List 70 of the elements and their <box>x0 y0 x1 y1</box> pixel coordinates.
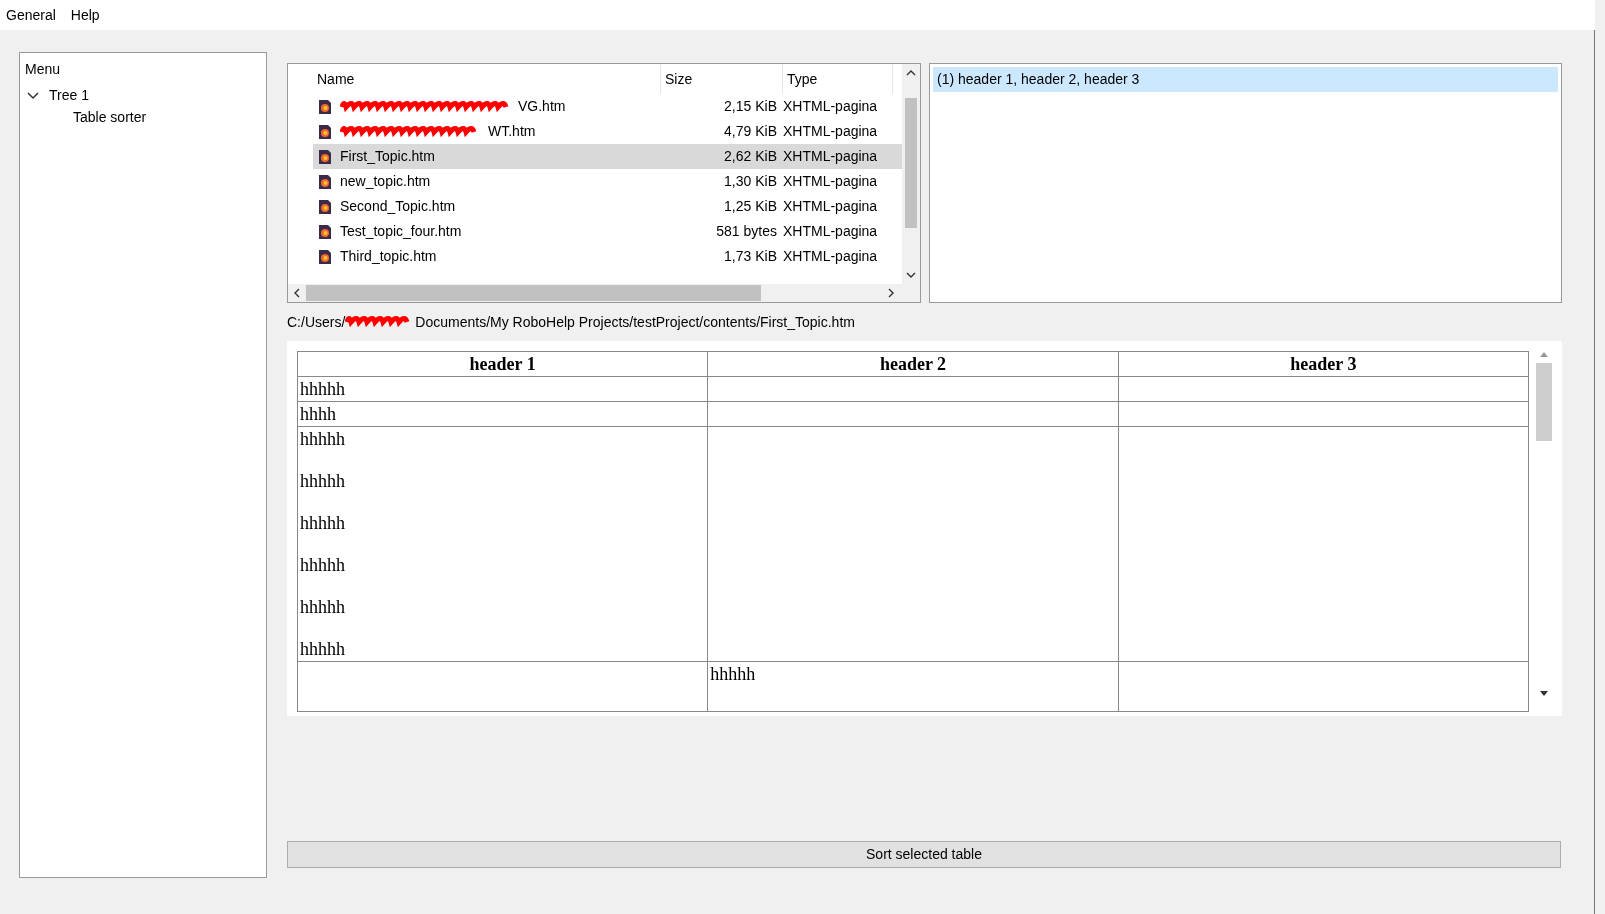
file-name: Test_topic_four.htm <box>340 222 462 241</box>
collapse-chevron-icon[interactable] <box>27 89 39 101</box>
web-file-icon <box>318 198 332 215</box>
file-size: 2,62 KiB <box>723 147 778 166</box>
panel-title: Menu <box>25 60 62 79</box>
table-cell-text: hhhhh <box>710 663 757 686</box>
file-row[interactable]: new_topic.htm 1,30 KiB XHTML-pagina <box>313 169 902 194</box>
file-row[interactable]: VG.htm 2,15 KiB XHTML-pagina <box>313 94 902 119</box>
column-header[interactable]: Name <box>288 64 661 94</box>
column-header[interactable]: Size <box>661 64 783 94</box>
file-name: First_Topic.htm <box>340 147 435 166</box>
table-cell-text: hhhhh <box>300 512 346 535</box>
file-name: Second_Topic.htm <box>340 197 456 216</box>
file-type: XHTML-pagina <box>783 172 879 191</box>
web-file-icon <box>318 173 332 190</box>
file-row[interactable]: WT.htm 4,79 KiB XHTML-pagina <box>313 119 902 144</box>
file-type: XHTML-pagina <box>783 197 879 216</box>
web-file-icon <box>318 123 332 140</box>
file-row[interactable]: First_Topic.htm 2,62 KiB XHTML-pagina <box>313 144 902 169</box>
file-type: XHTML-pagina <box>783 147 879 166</box>
scroll-right-icon[interactable] <box>886 288 896 298</box>
web-file-icon <box>318 98 332 115</box>
file-type: XHTML-pagina <box>783 97 879 116</box>
tree-item[interactable]: Table sorter <box>73 106 147 128</box>
scroll-down-icon[interactable] <box>906 270 916 280</box>
web-file-icon <box>318 248 332 265</box>
file-size: 4,79 KiB <box>723 122 778 141</box>
scroll-up-icon[interactable] <box>906 68 916 78</box>
table-header: header 1 <box>297 351 708 377</box>
file-type: XHTML-pagina <box>783 247 879 266</box>
scroll-down-icon[interactable] <box>1540 691 1548 697</box>
table-cell-text: hhhhh <box>300 428 346 451</box>
table-cell-text: hhhhh <box>300 638 346 661</box>
file-size: 2,15 KiB <box>723 97 778 116</box>
scroll-thumb[interactable] <box>905 98 917 228</box>
file-name: WT.htm <box>488 122 536 141</box>
table-cell-text: hhhh <box>300 403 337 426</box>
scroll-thumb[interactable] <box>1536 363 1552 441</box>
column-header[interactable]: Type <box>783 64 893 94</box>
file-row[interactable]: Second_Topic.htm 1,25 KiB XHTML-pagina <box>313 194 902 219</box>
file-name: new_topic.htm <box>340 172 431 191</box>
table-cell-text: hhhhh <box>300 554 346 577</box>
file-name: VG.htm <box>518 97 566 116</box>
file-type: XHTML-pagina <box>783 122 879 141</box>
table-cell-text: hhhhh <box>300 470 346 493</box>
file-name: Third_topic.htm <box>340 247 437 266</box>
table-header: header 2 <box>707 351 1119 377</box>
table-list-item[interactable]: (1) header 1, header 2, header 3 <box>933 67 1558 92</box>
table-header: header 3 <box>1118 351 1529 377</box>
file-size: 1,30 KiB <box>723 172 778 191</box>
menu-item[interactable]: General <box>0 4 65 26</box>
table-cell-text: hhhhh <box>300 596 346 619</box>
file-path: C:/Users/ <box>287 312 346 332</box>
table-cell-text: hhhhh <box>300 378 346 401</box>
web-file-icon <box>318 148 332 165</box>
file-row[interactable]: Third_topic.htm 1,73 KiB XHTML-pagina <box>313 244 902 269</box>
file-size: 1,25 KiB <box>723 197 778 216</box>
file-path: Documents/My RoboHelp Projects/testProject/contents/First_Topic.htm <box>415 312 855 332</box>
scroll-left-icon[interactable] <box>292 288 302 298</box>
menu-item[interactable]: Help <box>64 4 109 26</box>
vertical-scrollbar[interactable] <box>902 64 920 284</box>
web-file-icon <box>318 223 332 240</box>
file-size: 1,73 KiB <box>723 247 778 266</box>
file-type: XHTML-pagina <box>783 222 879 241</box>
tree-item[interactable]: Tree 1 <box>49 84 89 106</box>
file-size: 581 bytes <box>715 222 778 241</box>
scroll-thumb[interactable] <box>306 285 761 301</box>
file-row[interactable]: Test_topic_four.htm 581 bytes XHTML-pagina <box>313 219 902 244</box>
horizontal-scrollbar[interactable] <box>288 284 920 302</box>
sort-table-button[interactable]: Sort selected table <box>287 841 1561 868</box>
